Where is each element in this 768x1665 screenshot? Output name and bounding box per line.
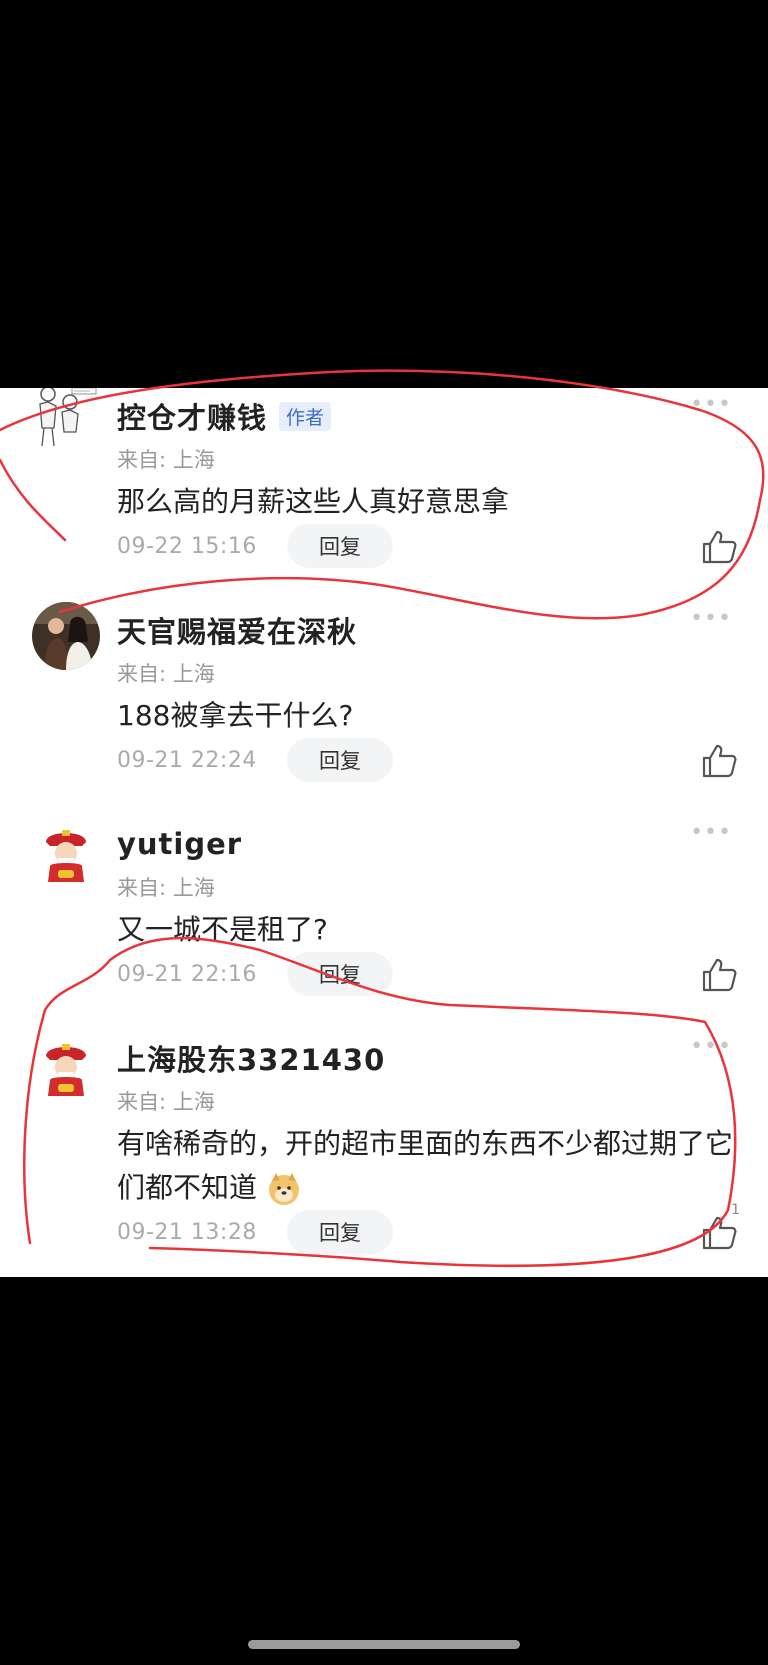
comment-list: 控仓才赚钱 作者 ••• 来自: 上海 那么高的月薪这些人真好意思拿 09-22… [0,388,768,1277]
name-row: 控仓才赚钱 作者 [117,395,332,437]
more-options-icon[interactable]: ••• [690,392,732,417]
location-label: 来自: 上海 [117,448,215,472]
name-row: yutiger [117,824,242,864]
comment-text: 那么高的月薪这些人真好意思拿 [117,485,510,518]
thumbs-up-icon[interactable] [700,528,738,566]
username[interactable]: 控仓才赚钱 [117,395,267,437]
reply-button[interactable]: 回复 [287,524,393,568]
reply-button[interactable]: 回复 [287,738,393,782]
comment-item: 天官赐福爱在深秋 ••• 来自: 上海 188被拿去干什么? 09-21 22:… [0,602,768,810]
timestamp: 09-21 22:16 [117,961,257,987]
reply-button[interactable]: 回复 [287,1210,393,1254]
username[interactable]: 上海股东3321430 [117,1037,385,1079]
comment-item: 控仓才赚钱 作者 ••• 来自: 上海 那么高的月薪这些人真好意思拿 09-22… [0,388,768,596]
name-row: 上海股东3321430 [117,1038,385,1078]
comment-text: 188被拿去干什么? [117,699,354,732]
timestamp: 09-22 15:16 [117,533,257,559]
more-options-icon[interactable]: ••• [690,606,732,631]
location-label: 来自: 上海 [117,1090,215,1114]
meta-row: 09-21 22:24 回复 [117,738,393,782]
comment-text: 有啥稀奇的，开的超市里面的东西不少都过期了它们都不知道 [117,1122,749,1210]
comment-item: 上海股东3321430 ••• 来自: 上海 有啥稀奇的，开的超市里面的东西不少… [0,1034,768,1277]
meta-row: 09-22 15:16 回复 [117,524,393,568]
couple-photo-avatar[interactable] [32,602,100,670]
location-label: 来自: 上海 [117,876,215,900]
comment-text-content: 有啥稀奇的，开的超市里面的东西不少都过期了它们都不知道 [117,1127,734,1204]
meta-row: 09-21 13:28 回复 [117,1210,393,1254]
timestamp: 09-21 22:24 [117,747,257,773]
timestamp: 09-21 13:28 [117,1219,257,1245]
location-label: 来自: 上海 [117,662,215,686]
author-badge: 作者 [279,401,332,431]
username[interactable]: 天官赐福爱在深秋 [117,609,357,651]
thumbs-up-icon[interactable] [700,956,738,994]
god-of-wealth-avatar[interactable] [32,1034,100,1102]
god-of-wealth-avatar[interactable] [32,820,100,888]
more-options-icon[interactable]: ••• [690,1034,732,1059]
home-indicator[interactable] [248,1640,520,1649]
comment-item: yutiger ••• 来自: 上海 又一城不是租了? 09-21 22:16 … [0,820,768,1024]
more-options-icon[interactable]: ••• [690,820,732,845]
thumbs-up-icon[interactable] [700,742,738,780]
username[interactable]: yutiger [117,827,242,861]
reply-button[interactable]: 回复 [287,952,393,996]
doge-emoji-icon [266,1171,302,1207]
sketch-figures-avatar[interactable] [32,388,100,448]
meta-row: 09-21 22:16 回复 [117,952,393,996]
name-row: 天官赐福爱在深秋 [117,610,357,650]
thumbs-up-icon[interactable] [700,1214,738,1252]
screenshot: 控仓才赚钱 作者 ••• 来自: 上海 那么高的月薪这些人真好意思拿 09-22… [0,0,768,1665]
comment-text: 又一城不是租了? [117,913,328,946]
